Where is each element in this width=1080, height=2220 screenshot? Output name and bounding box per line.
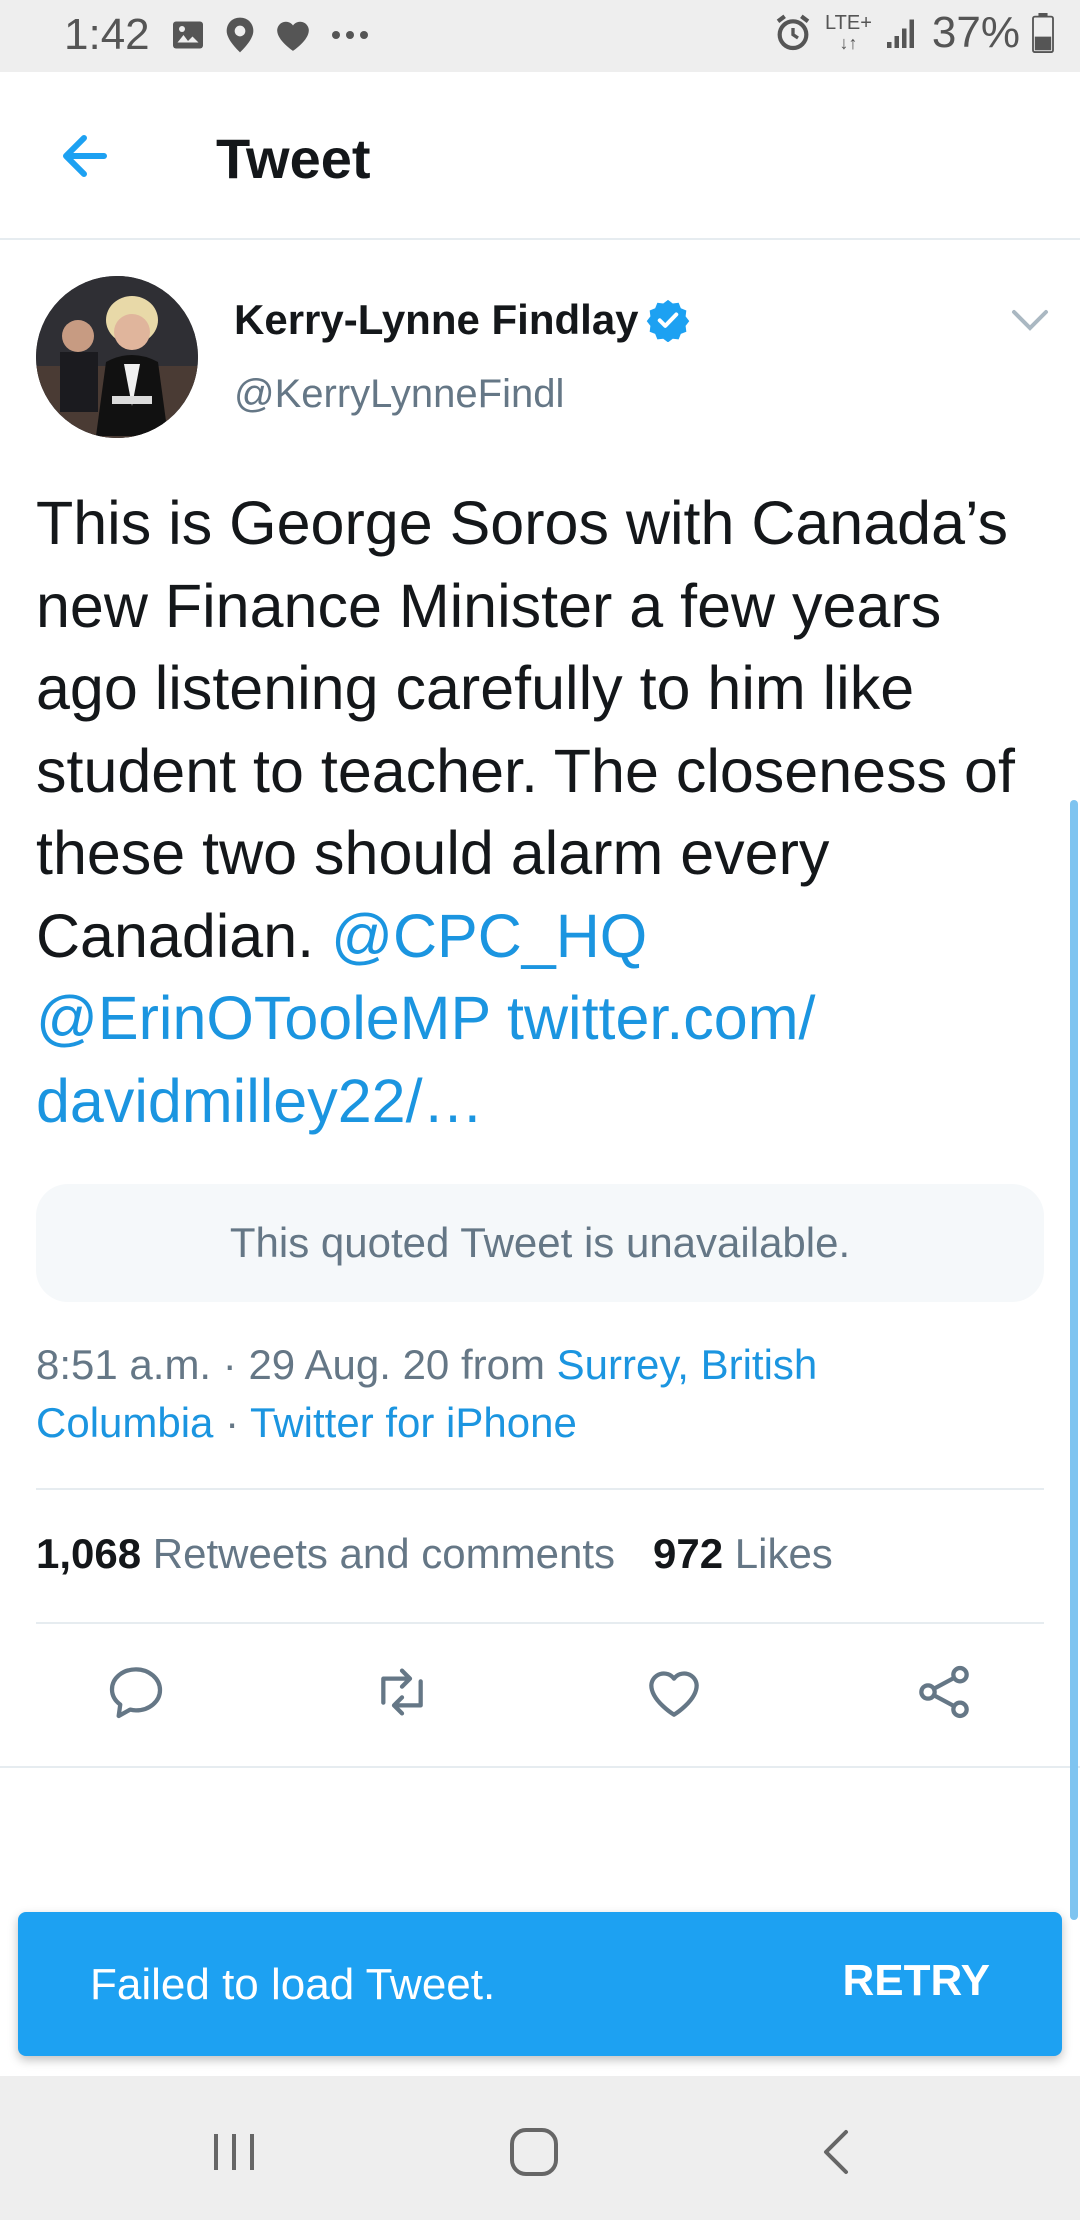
mention-link[interactable]: @ErinOTooleMP: [36, 984, 490, 1052]
back-chevron-icon: [824, 2130, 848, 2174]
recent-apps-button[interactable]: [204, 2122, 264, 2182]
url-link-part: twitter.com/: [507, 984, 816, 1052]
lte-icon: LTE+ ↓↑: [825, 12, 872, 53]
more-dots-icon: [332, 31, 368, 39]
divider: [0, 1766, 1080, 1768]
back-button[interactable]: [50, 124, 120, 188]
tweet-date: 29 Aug. 20: [248, 1341, 450, 1388]
reply-icon: [109, 1667, 163, 1719]
location-part: Surrey, British: [556, 1341, 818, 1388]
network-label: LTE+: [825, 12, 872, 34]
scrollbar[interactable]: [1070, 800, 1078, 1920]
author-handle[interactable]: @KerryLynneFindl: [234, 372, 564, 417]
heart-outline-icon: [649, 1671, 699, 1717]
tweet-time: 8:51 a.m.: [36, 1341, 212, 1388]
heart-icon: [277, 21, 309, 51]
retweet-icon: [381, 1668, 423, 1716]
from-label: from: [460, 1341, 545, 1388]
share-button[interactable]: [912, 1660, 976, 1724]
likes-label: Likes: [734, 1530, 833, 1577]
status-time: 1:42: [64, 10, 150, 59]
tweet-meta: 8:51 a.m. · 29 Aug. 20 from Surrey, Brit…: [36, 1341, 818, 1446]
status-bar: 1:42 LTE+ ↓↑ 37%: [0, 0, 1080, 72]
retweets-count-link[interactable]: 1,068 Retweets and comments: [36, 1530, 615, 1578]
reply-button[interactable]: [104, 1660, 168, 1724]
page-title: Tweet: [216, 127, 371, 190]
snackbar-message: Failed to load Tweet.: [90, 1960, 496, 2009]
tweet-body: This is George Soros with Canada’s new F…: [36, 489, 1015, 970]
likes-count-link[interactable]: 972 Likes: [653, 1530, 833, 1578]
signal-icon: [886, 19, 914, 48]
tweet-text: This is George Soros with Canada’s new F…: [36, 482, 1056, 1142]
retweets-count: 1,068: [36, 1530, 142, 1577]
quoted-tweet-card[interactable]: This quoted Tweet is unavailable.: [36, 1184, 1044, 1302]
status-system-icons: LTE+ ↓↑ 37%: [773, 8, 1054, 58]
chevron-down-icon[interactable]: [1010, 306, 1050, 334]
battery-percent: 37%: [931, 8, 1020, 57]
avatar-image: [36, 276, 198, 438]
mention-link[interactable]: @CPC_HQ: [331, 902, 647, 970]
battery-icon: [1032, 13, 1054, 53]
retweets-label: Retweets and comments: [152, 1530, 615, 1577]
divider: [36, 1488, 1044, 1490]
alarm-icon: [776, 14, 810, 51]
location-part: Columbia: [36, 1399, 214, 1446]
retry-button[interactable]: RETRY: [843, 1956, 991, 2006]
tweet-actions: [0, 1660, 1080, 1732]
divider: [36, 1622, 1044, 1624]
system-nav-bar: [0, 2076, 1080, 2220]
error-snackbar: Failed to load Tweet. RETRY: [18, 1912, 1062, 2056]
retweet-button[interactable]: [370, 1660, 434, 1724]
quoted-tweet-unavailable: This quoted Tweet is unavailable.: [229, 1219, 851, 1266]
back-nav-button[interactable]: [808, 2122, 868, 2182]
source-link[interactable]: Twitter for iPhone: [250, 1399, 577, 1446]
avatar[interactable]: [36, 276, 198, 438]
back-arrow-icon: [63, 135, 107, 177]
home-icon: [510, 2128, 558, 2176]
recent-apps-icon: [214, 2134, 254, 2170]
status-notification-icons: [170, 16, 370, 54]
url-link-part: davidmilley22/…: [36, 1066, 484, 1135]
author-name[interactable]: Kerry-Lynne Findlay: [234, 296, 639, 344]
like-button[interactable]: [642, 1660, 706, 1724]
app-bar: Tweet: [0, 72, 1080, 240]
location-pin-icon: [226, 17, 254, 53]
likes-count: 972: [653, 1530, 724, 1577]
home-button[interactable]: [504, 2122, 564, 2182]
image-icon: [173, 21, 203, 49]
verified-badge-icon: [646, 299, 690, 342]
engagement-counts: 1,068 Retweets and comments 972 Likes: [36, 1530, 833, 1578]
share-icon: [919, 1665, 969, 1719]
